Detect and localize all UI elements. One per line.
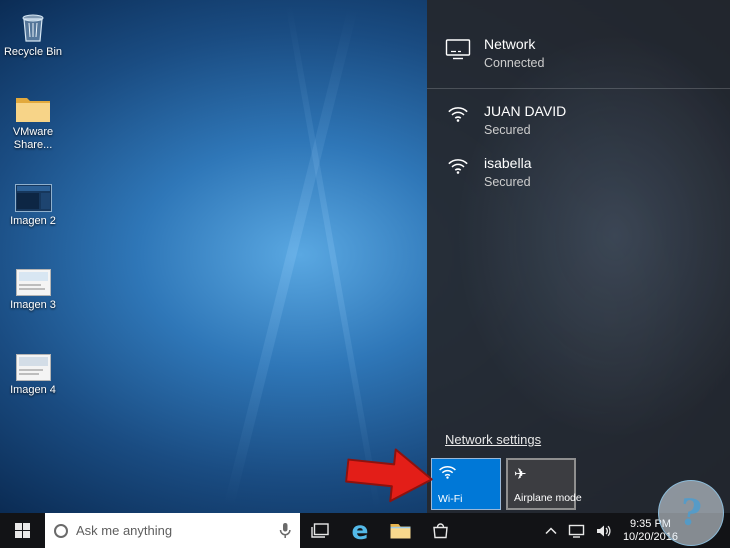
folder-icon [16, 98, 50, 122]
store-icon [432, 523, 448, 539]
desktop-icon-imagen-3[interactable]: Imagen 3 [2, 269, 64, 312]
start-button[interactable] [0, 513, 45, 548]
wifi-tile[interactable]: Wi-Fi [431, 458, 501, 510]
volume-tray-button[interactable] [596, 524, 612, 538]
airplane-tile-label: Airplane mode [514, 492, 582, 504]
wifi-network-item[interactable]: isabella Secured [427, 146, 730, 198]
edge-icon: e [351, 516, 369, 545]
wifi-icon [438, 464, 457, 485]
search-placeholder: Ask me anything [76, 523, 173, 538]
desktop-icon-imagen-4[interactable]: Imagen 4 [2, 354, 64, 397]
desktop-icon-label: VMware Share... [12, 126, 54, 151]
image-thumbnail-icon [15, 354, 51, 381]
network-flyout: Network Connected JUAN DAVID Secured isa… [427, 0, 730, 513]
wifi-tile-label: Wi-Fi [438, 493, 463, 505]
wifi-network-item[interactable]: JUAN DAVID Secured [427, 94, 730, 146]
windows-logo-icon [15, 523, 30, 538]
network-status: Secured [484, 123, 531, 137]
network-name: isabella [484, 155, 532, 171]
desktop-icon-label: Imagen 2 [10, 215, 56, 227]
desktop-icon-recycle-bin[interactable]: Recycle Bin [2, 9, 64, 59]
desktop-icon-label: Imagen 3 [10, 299, 56, 311]
recycle-bin-icon [22, 14, 44, 42]
edge-browser-button[interactable]: e [340, 513, 380, 548]
desktop-icon-label: Recycle Bin [3, 46, 63, 58]
taskbar: Ask me anything e 9:35 PM 10/20/2016 [0, 513, 730, 548]
network-tray-button[interactable] [568, 524, 585, 538]
file-explorer-button[interactable] [380, 513, 420, 548]
microphone-icon[interactable] [279, 522, 291, 539]
network-settings-link[interactable]: Network settings [445, 432, 541, 447]
chevron-up-icon [545, 526, 557, 534]
task-view-button[interactable] [300, 513, 340, 548]
ethernet-icon [445, 36, 471, 60]
tray-expand-button[interactable] [545, 526, 557, 535]
task-view-icon [311, 523, 329, 538]
network-tray-icon [568, 524, 585, 538]
wifi-signal-icon [445, 155, 471, 175]
wallpaper-light-beam [224, 6, 358, 507]
network-status: Connected [484, 56, 545, 70]
search-input[interactable]: Ask me anything [45, 513, 300, 548]
network-status: Secured [484, 175, 531, 189]
image-thumbnail-icon [14, 184, 52, 212]
flyout-divider [427, 88, 730, 89]
desktop-icon-imagen-2[interactable]: Imagen 2 [2, 184, 64, 228]
solvetic-watermark-logo: ? [658, 480, 724, 546]
wifi-signal-icon [445, 103, 471, 123]
network-name: JUAN DAVID [484, 103, 567, 119]
wallpaper-light-beam [285, 3, 381, 510]
airplane-mode-tile[interactable]: ✈ Airplane mode [506, 458, 582, 510]
store-button[interactable] [420, 513, 460, 548]
speaker-icon [596, 525, 611, 536]
cortana-icon [54, 523, 68, 538]
desktop: Recycle Bin VMware Share... Imagen 2 Ima… [0, 0, 730, 548]
desktop-icon-label: Imagen 4 [10, 384, 56, 396]
lightbulb-question-icon: ? [677, 490, 705, 536]
airplane-icon: ✈ [514, 466, 527, 483]
file-explorer-icon [390, 524, 410, 539]
desktop-icon-vmware-share[interactable]: VMware Share... [2, 94, 64, 152]
network-name: Network [484, 36, 536, 52]
red-arrow-annotation [345, 448, 433, 503]
image-thumbnail-icon [15, 269, 51, 296]
connected-network-item[interactable]: Network Connected [427, 27, 730, 79]
